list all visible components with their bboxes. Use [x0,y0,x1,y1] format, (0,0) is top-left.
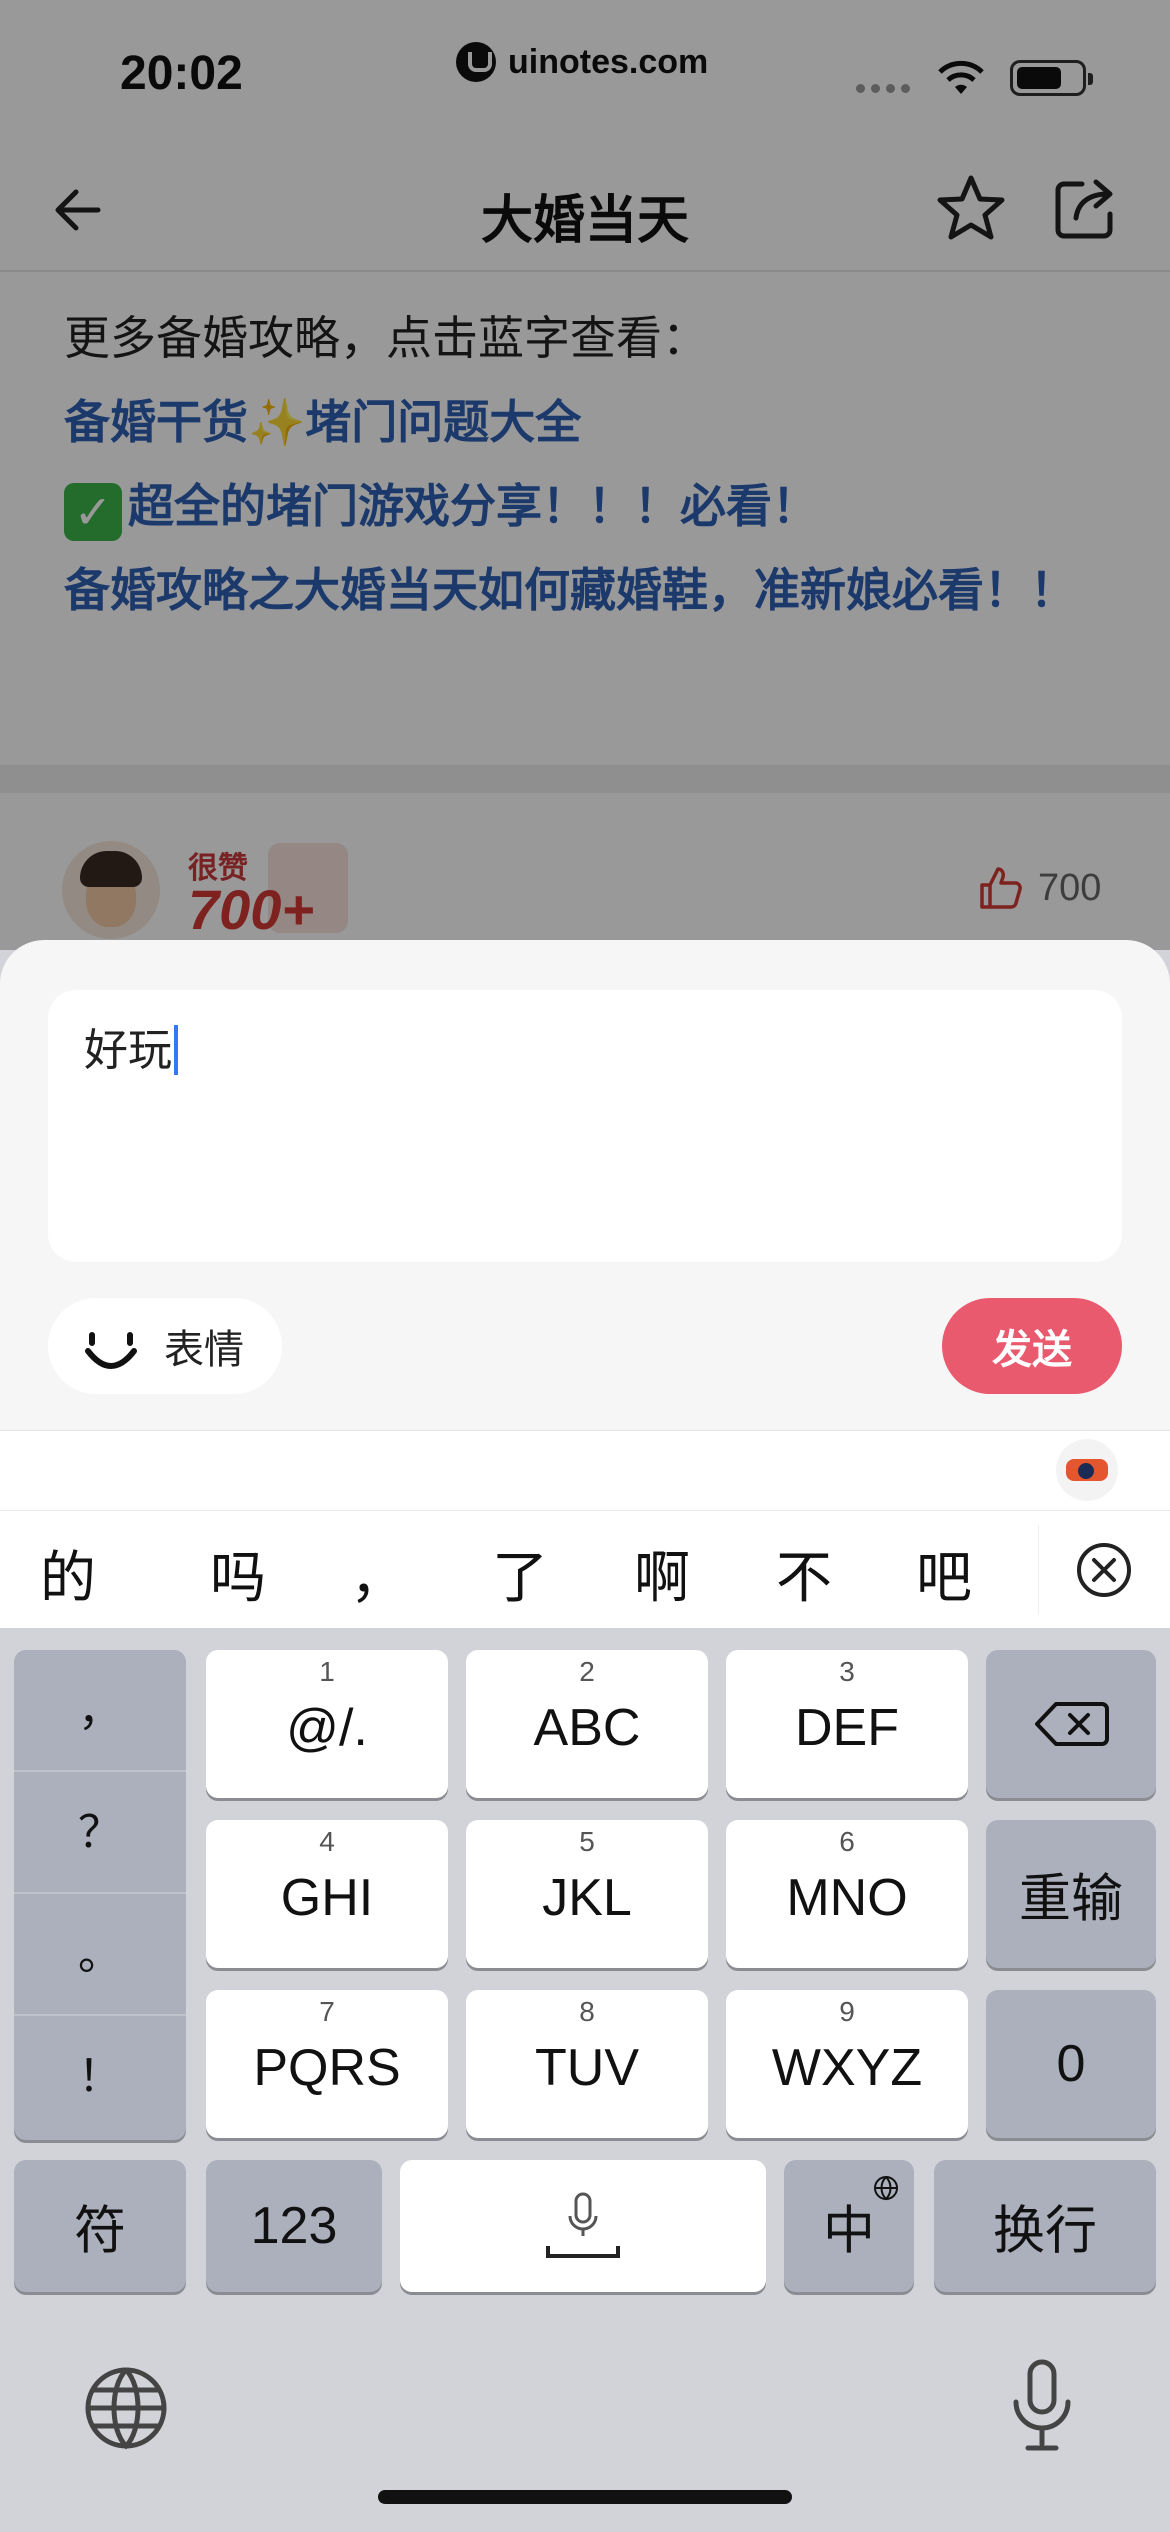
key-label: TUV [535,2039,639,2097]
key-number: 6 [839,1826,855,1857]
candidate-item[interactable]: 的 [40,1533,96,1614]
key-2[interactable]: 2 ABC [466,1650,708,1798]
punct-key[interactable]: ， [14,1650,186,1772]
key-label: MNO [786,1869,908,1927]
smile-icon [85,1332,137,1369]
numbers-key[interactable]: 123 [206,2160,382,2292]
modal-overlay[interactable] [0,0,1170,950]
key-label: ABC [533,1699,641,1757]
key-label: 重输 [1018,1869,1123,1930]
punct-key[interactable]: 。 [14,1894,186,2016]
key-number: 9 [839,1996,855,2027]
candidate-item[interactable]: 不 [776,1533,832,1614]
space-mic-icon [546,2192,620,2258]
key-number: 7 [319,1996,335,2027]
key-label: 123 [250,2197,338,2255]
comment-input[interactable]: 好玩 [48,990,1122,1262]
candidate-item[interactable]: 吗 [210,1533,266,1614]
language-key[interactable]: 中 [784,2160,914,2292]
key-label: 0 [1056,2035,1086,2093]
key-8[interactable]: 8 TUV [466,1990,708,2138]
key-9[interactable]: 9 WXYZ [726,1990,968,2138]
close-circle-icon [1076,1543,1131,1597]
text-caret [174,1025,178,1075]
keyboard: ， ？ 。 ！ 1 @/. 2 ABC 3 DEF 4 GHI 5 JKL 6 … [0,1628,1170,2532]
key-1[interactable]: 1 @/. [206,1650,448,1798]
comment-input-value: 好玩 [84,1025,172,1076]
punctuation-column: ， ？ 。 ！ [14,1650,186,2140]
punct-key[interactable]: ！ [14,2016,186,2138]
key-6[interactable]: 6 MNO [726,1820,968,1968]
key-label: 换行 [992,2201,1097,2262]
key-number: 8 [579,1996,595,2027]
key-label: JKL [542,1869,632,1927]
candidate-item[interactable]: 吧 [916,1533,972,1614]
key-number: 2 [579,1656,595,1687]
key-4[interactable]: 4 GHI [206,1820,448,1968]
key-label: GHI [280,1869,374,1927]
delete-key[interactable] [986,1650,1156,1798]
microphone-icon[interactable] [1010,2358,1074,2454]
key-number: 5 [579,1826,595,1857]
comment-sheet: 好玩 表情 发送 [0,940,1170,1430]
key-7[interactable]: 7 PQRS [206,1990,448,2138]
send-button[interactable]: 发送 [942,1298,1122,1394]
candidate-item[interactable]: 啊 [634,1533,690,1614]
candidate-item[interactable]: ， [350,1533,406,1614]
globe-icon[interactable] [84,2366,168,2450]
globe-icon [874,2176,898,2201]
key-5[interactable]: 5 JKL [466,1820,708,1968]
collapse-candidates-button[interactable] [1038,1525,1168,1615]
reenter-key[interactable]: 重输 [986,1820,1156,1968]
return-key[interactable]: 换行 [934,2160,1156,2292]
zero-key[interactable]: 0 [986,1990,1156,2138]
symbol-key[interactable]: 符 [14,2160,186,2292]
punct-key[interactable]: ？ [14,1772,186,1894]
key-3[interactable]: 3 DEF [726,1650,968,1798]
key-label: DEF [795,1699,899,1757]
key-number: 4 [319,1826,335,1857]
ime-mascot-icon[interactable] [1056,1439,1118,1501]
candidate-bar: 的 吗 ， 了 啊 不 吧 [0,1510,1170,1628]
key-label: @/. [286,1699,368,1757]
key-label: WXYZ [771,2039,923,2097]
delete-icon [1035,1702,1109,1746]
key-number: 1 [319,1656,335,1687]
key-number: 3 [839,1656,855,1687]
key-label: 符 [73,2201,126,2262]
space-key[interactable] [400,2160,766,2292]
candidate-item[interactable]: 了 [492,1533,548,1614]
emoji-label: 表情 [164,1327,244,1373]
key-label: PQRS [253,2039,401,2097]
keyboard-toolbar [0,1430,1170,1510]
emoji-button[interactable]: 表情 [48,1298,282,1394]
home-indicator [378,2490,792,2504]
